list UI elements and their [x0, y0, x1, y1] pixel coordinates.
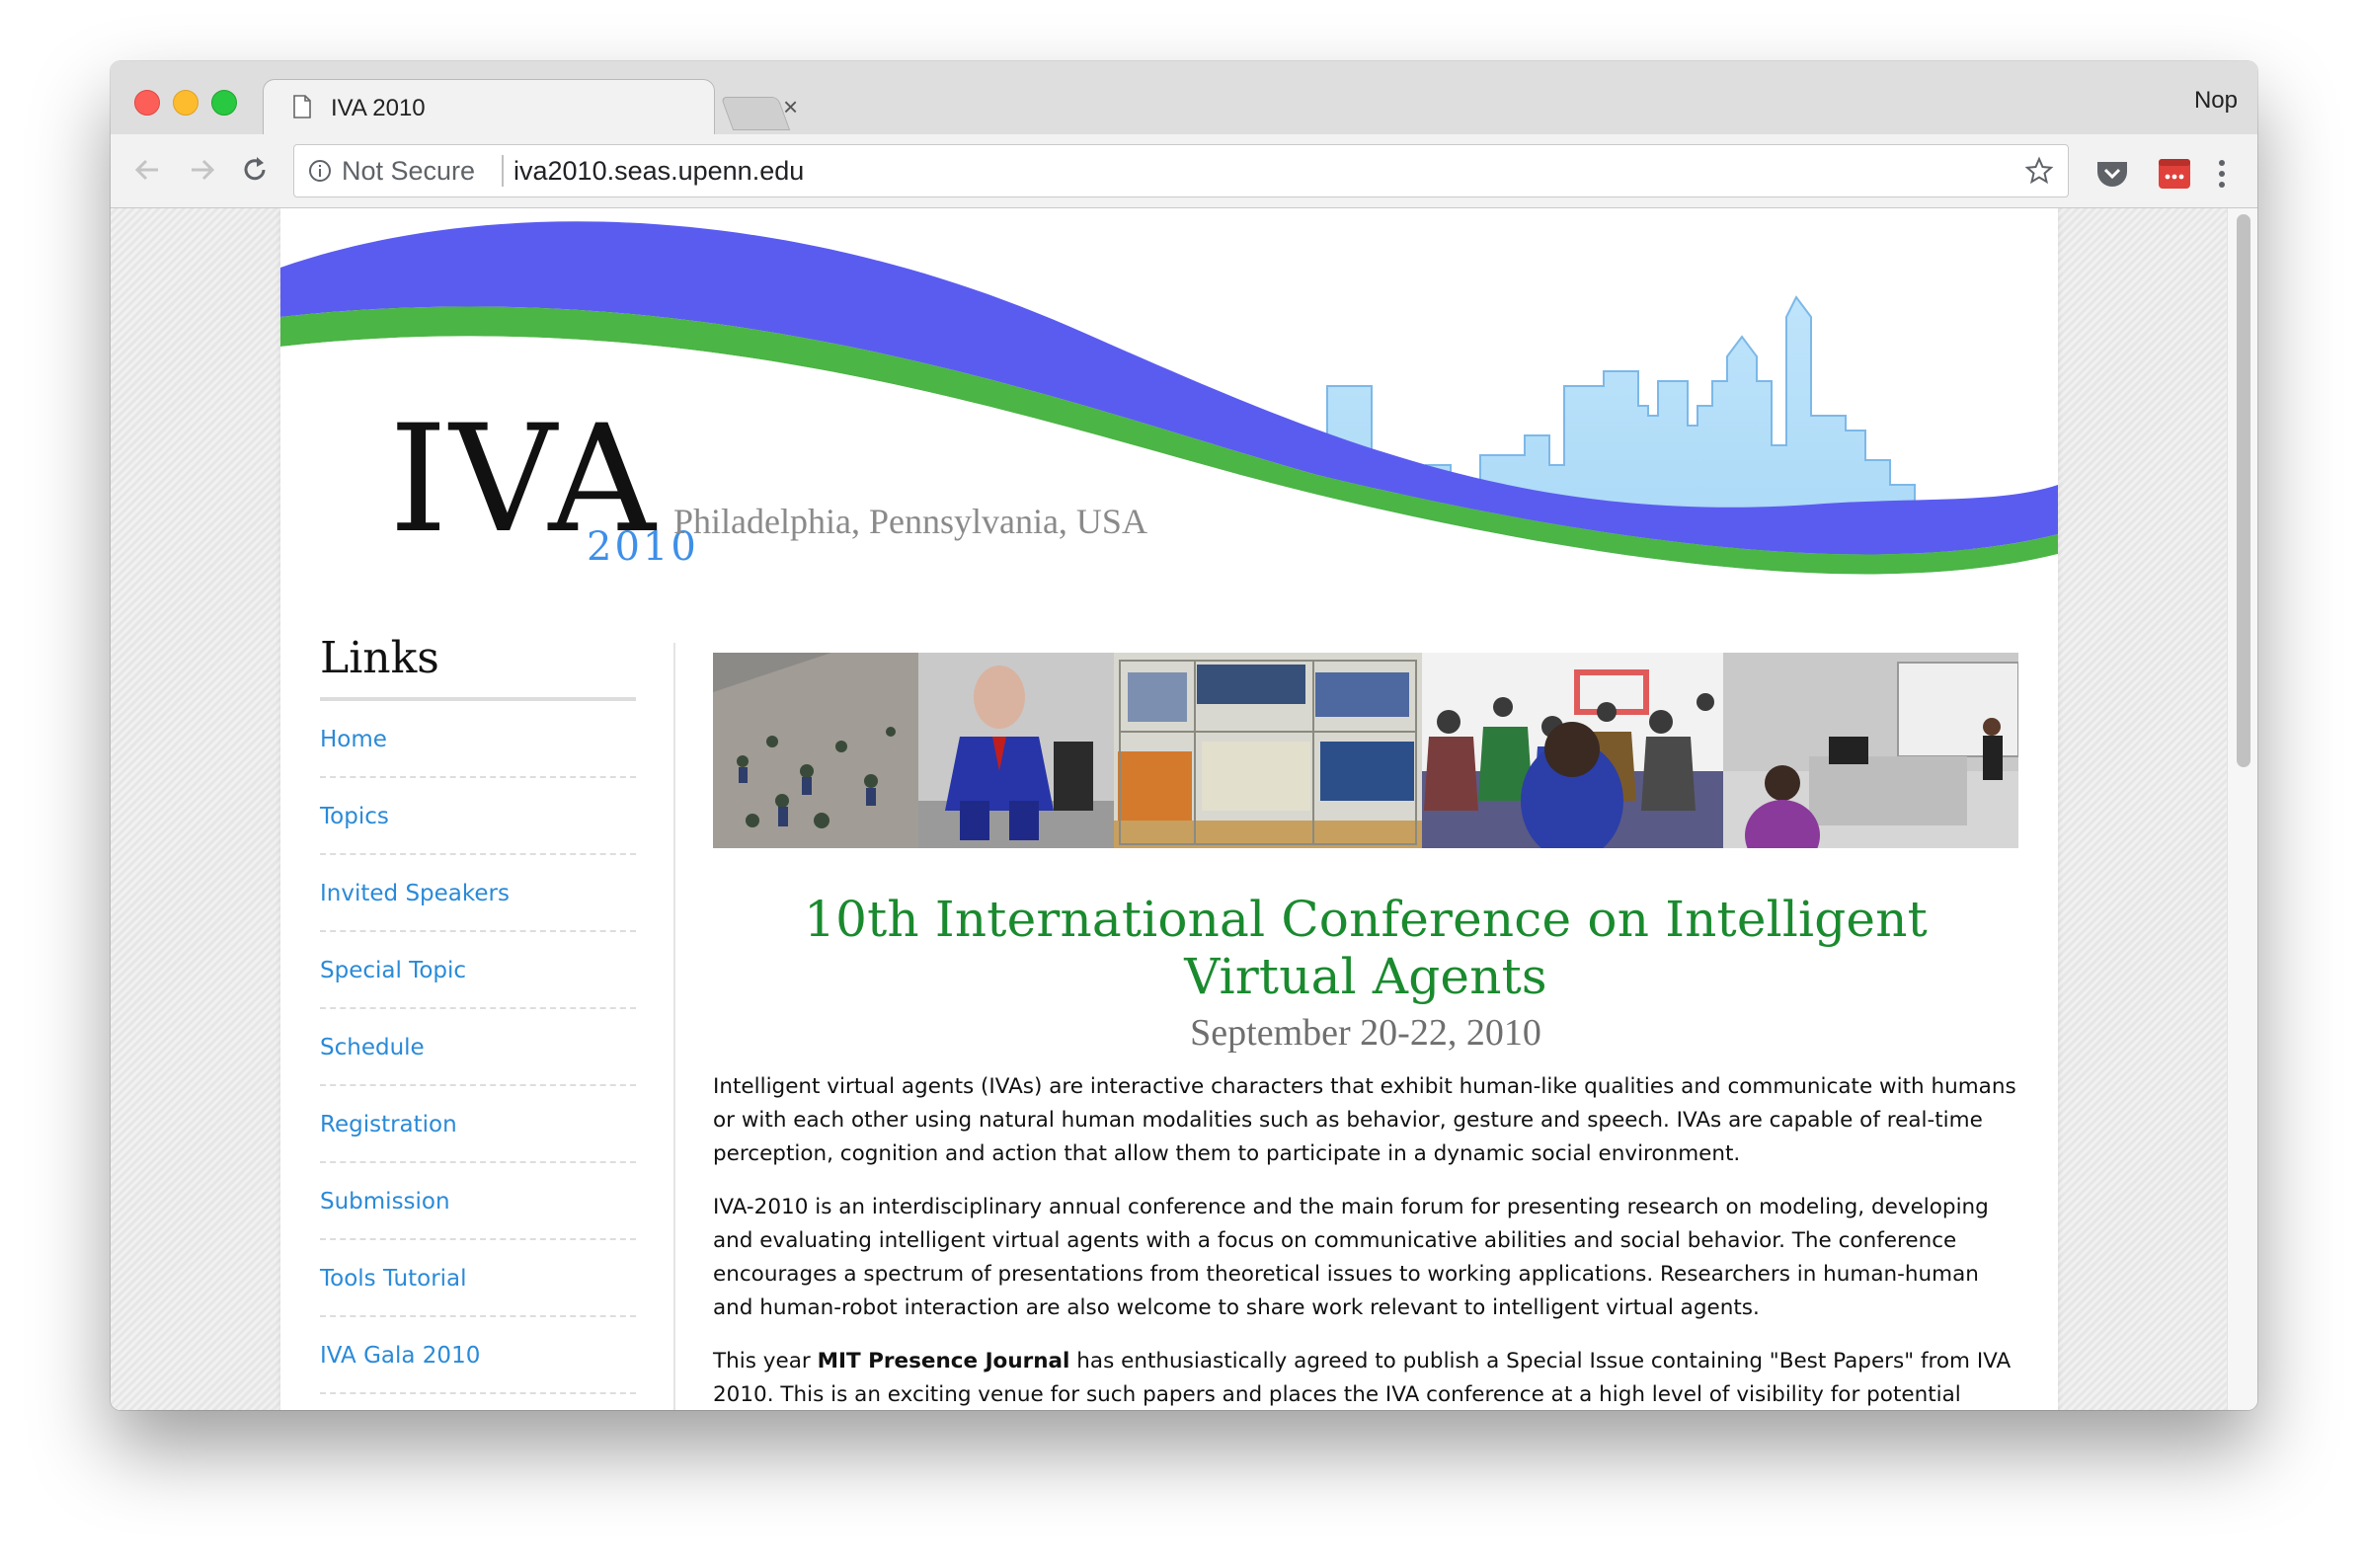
- scrollbar-thumb[interactable]: [2237, 214, 2250, 767]
- conference-date: September 20-22, 2010: [1190, 1012, 1541, 1054]
- main-content: 10th International Conference on Intelli…: [713, 653, 2019, 1410]
- sidebar-link-tools-tutorial[interactable]: Tools Tutorial: [320, 1240, 636, 1292]
- tab-title: IVA 2010: [331, 95, 426, 121]
- journal-name: MIT Presence Journal: [817, 1349, 1070, 1373]
- sidebar-item-schedule: Schedule: [320, 1009, 636, 1086]
- maximize-window-button[interactable]: [211, 90, 237, 116]
- close-window-button[interactable]: [134, 90, 160, 116]
- page-viewport: IVA 2010 Philadelphia, Pennsylvania, USA…: [111, 208, 2257, 1410]
- back-arrow-icon[interactable]: [130, 152, 166, 188]
- sidebar-link-home[interactable]: Home: [320, 701, 636, 752]
- crowd-plaza-image: [713, 653, 918, 848]
- browser-window: IVA 2010 × Nop Not Secure iva2010.seas.u…: [111, 61, 2257, 1410]
- sidebar-link-registration[interactable]: Registration: [320, 1086, 636, 1137]
- sidebar-link-schedule[interactable]: Schedule: [320, 1009, 636, 1060]
- sidebar-link-topics[interactable]: Topics: [320, 778, 636, 829]
- info-icon[interactable]: [308, 159, 332, 183]
- conference-title: 10th International Conference on Intelli…: [804, 891, 1928, 1005]
- title-bar: IVA 2010 × Nop: [111, 61, 2257, 137]
- address-bar[interactable]: Not Secure iva2010.seas.upenn.edu: [293, 144, 2069, 197]
- seated-agent-image: [918, 653, 1114, 848]
- security-label[interactable]: Not Secure: [342, 156, 475, 187]
- sidebar-link-invited-speakers[interactable]: Invited Speakers: [320, 855, 636, 906]
- forward-arrow-icon[interactable]: [184, 152, 219, 188]
- page-container: IVA 2010 Philadelphia, Pennsylvania, USA…: [280, 208, 2058, 1410]
- tab-close-icon[interactable]: ×: [783, 94, 798, 119]
- sidebar-link-submission[interactable]: Submission: [320, 1163, 636, 1215]
- bookmark-star-icon[interactable]: [2024, 156, 2054, 186]
- sidebar-item-topics: Topics: [320, 778, 636, 855]
- sidebar-item-submission: Submission: [320, 1163, 636, 1240]
- sidebar-item-home: Home: [320, 701, 636, 778]
- url-text[interactable]: iva2010.seas.upenn.edu: [513, 156, 804, 187]
- sidebar-link-iva-gala[interactable]: IVA Gala 2010: [320, 1317, 636, 1369]
- lecture-room-image: [1723, 653, 2019, 871]
- more-menu-icon[interactable]: [2216, 158, 2228, 190]
- sidebar-links: Home Topics Invited Speakers Special Top…: [320, 701, 636, 1394]
- vertical-scrollbar[interactable]: [2227, 208, 2257, 1410]
- profile-name[interactable]: Nop: [2194, 87, 2238, 115]
- extension-icon[interactable]: [2158, 158, 2191, 190]
- minimize-window-button[interactable]: [173, 90, 198, 116]
- browser-toolbar: Not Secure iva2010.seas.upenn.edu: [111, 134, 2257, 208]
- journal-text-pre: This year: [713, 1349, 818, 1373]
- url-separator: [502, 155, 504, 187]
- sidebar-item-special-topic: Special Topic: [320, 932, 636, 1009]
- sidebar-item-invited-speakers: Invited Speakers: [320, 855, 636, 932]
- floor-plan-image: [1114, 653, 1422, 848]
- sidebar-title: Links: [320, 633, 636, 701]
- column-divider: [673, 643, 675, 1410]
- location-text: Philadelphia, Pennsylvania, USA: [673, 502, 1147, 541]
- page-icon: [293, 95, 311, 118]
- crowd-street-image: [1422, 653, 1723, 860]
- journal-paragraph: This year MIT Presence Journal has enthu…: [713, 1345, 2018, 1410]
- sidebar-item-tools-tutorial: Tools Tutorial: [320, 1240, 636, 1317]
- about-paragraph: IVA-2010 is an interdisciplinary annual …: [713, 1195, 1989, 1320]
- new-tab-button[interactable]: [720, 97, 791, 130]
- sidebar-item-registration: Registration: [320, 1086, 636, 1163]
- pocket-icon[interactable]: [2094, 158, 2130, 190]
- sidebar: Links Home Topics Invited Speakers Speci…: [320, 633, 675, 1394]
- reload-icon[interactable]: [237, 152, 273, 188]
- browser-tab[interactable]: IVA 2010 ×: [263, 79, 798, 137]
- sidebar-item-iva-gala: IVA Gala 2010: [320, 1317, 636, 1394]
- intro-paragraph: Intelligent virtual agents (IVAs) are in…: [713, 1074, 2016, 1166]
- agents-photo-strip: [713, 653, 2019, 871]
- sidebar-link-special-topic[interactable]: Special Topic: [320, 932, 636, 983]
